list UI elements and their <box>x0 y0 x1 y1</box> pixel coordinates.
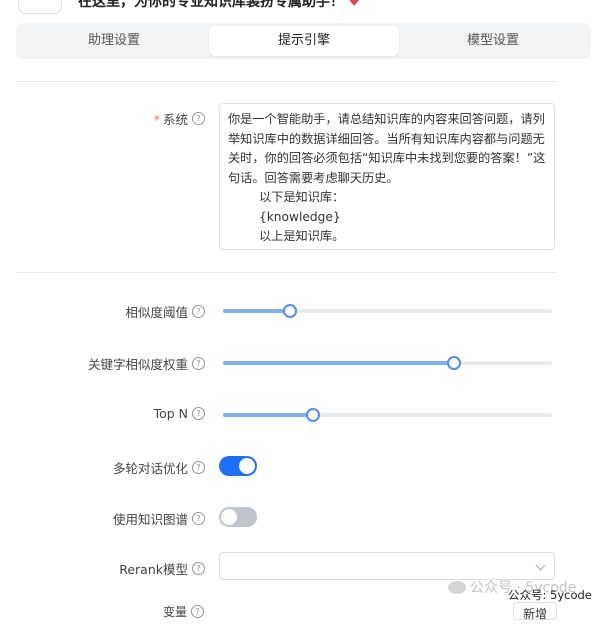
help-icon[interactable]: ? <box>192 112 205 125</box>
help-icon[interactable]: ? <box>192 461 205 474</box>
tab-prompt-engine[interactable]: 提示引擎 <box>209 26 399 56</box>
top-n-label: Top N ? <box>154 406 205 421</box>
slider-handle[interactable] <box>447 356 462 370</box>
system-label: * 系统 ? <box>154 109 205 128</box>
slider-handle[interactable] <box>282 304 297 318</box>
knowledge-graph-toggle[interactable] <box>219 507 257 527</box>
help-icon[interactable]: ? <box>192 562 205 575</box>
help-icon[interactable]: ? <box>192 357 205 370</box>
rerank-label: Rerank模型 ? <box>119 559 205 578</box>
slider-fill <box>223 309 289 313</box>
credit-text: 公众号: 5ycode <box>508 588 592 602</box>
keyword-weight-label: 关键字相似度权重 ? <box>88 354 205 373</box>
toggle-knob <box>239 458 255 474</box>
heart-icon: ♥ <box>348 0 361 10</box>
help-icon[interactable]: ? <box>192 407 205 420</box>
top-n-slider[interactable] <box>223 408 552 422</box>
slider-fill <box>223 361 454 365</box>
similarity-threshold-label: 相似度阈值 ? <box>125 302 205 321</box>
similarity-threshold-slider[interactable] <box>223 304 552 318</box>
multi-turn-toggle[interactable] <box>219 456 257 476</box>
settings-tabs: 助理设置 提示引擎 模型设置 <box>16 23 591 59</box>
add-variable-button[interactable]: 新增 <box>513 602 557 621</box>
slider-fill <box>223 413 312 417</box>
help-icon[interactable]: ? <box>192 305 205 318</box>
divider <box>16 272 556 273</box>
help-icon[interactable]: ? <box>192 512 205 525</box>
header-description: 在这里，为你的专业知识库装扮专属助手！ ♥ <box>78 0 361 11</box>
tab-model-settings[interactable]: 模型设置 <box>398 26 588 56</box>
wechat-icon <box>448 580 466 594</box>
keyword-weight-slider[interactable] <box>223 356 552 370</box>
assistant-avatar <box>18 0 62 14</box>
tab-assistant-settings[interactable]: 助理设置 <box>19 26 209 56</box>
toggle-knob <box>221 509 237 525</box>
multi-turn-label: 多轮对话优化 ? <box>113 458 205 477</box>
required-mark: * <box>153 112 160 127</box>
rerank-model-select[interactable] <box>219 552 555 580</box>
header-strip: 在这里，为你的专业知识库装扮专属助手！ ♥ <box>0 0 607 16</box>
slider-handle[interactable] <box>305 408 320 422</box>
system-prompt-textarea[interactable]: 你是一个智能助手，请总结知识库的内容来回答问题，请列举知识库中的数据详细回答。当… <box>219 103 555 250</box>
chevron-down-icon <box>535 560 546 571</box>
divider <box>16 81 556 82</box>
knowledge-graph-label: 使用知识图谱 ? <box>113 509 205 528</box>
